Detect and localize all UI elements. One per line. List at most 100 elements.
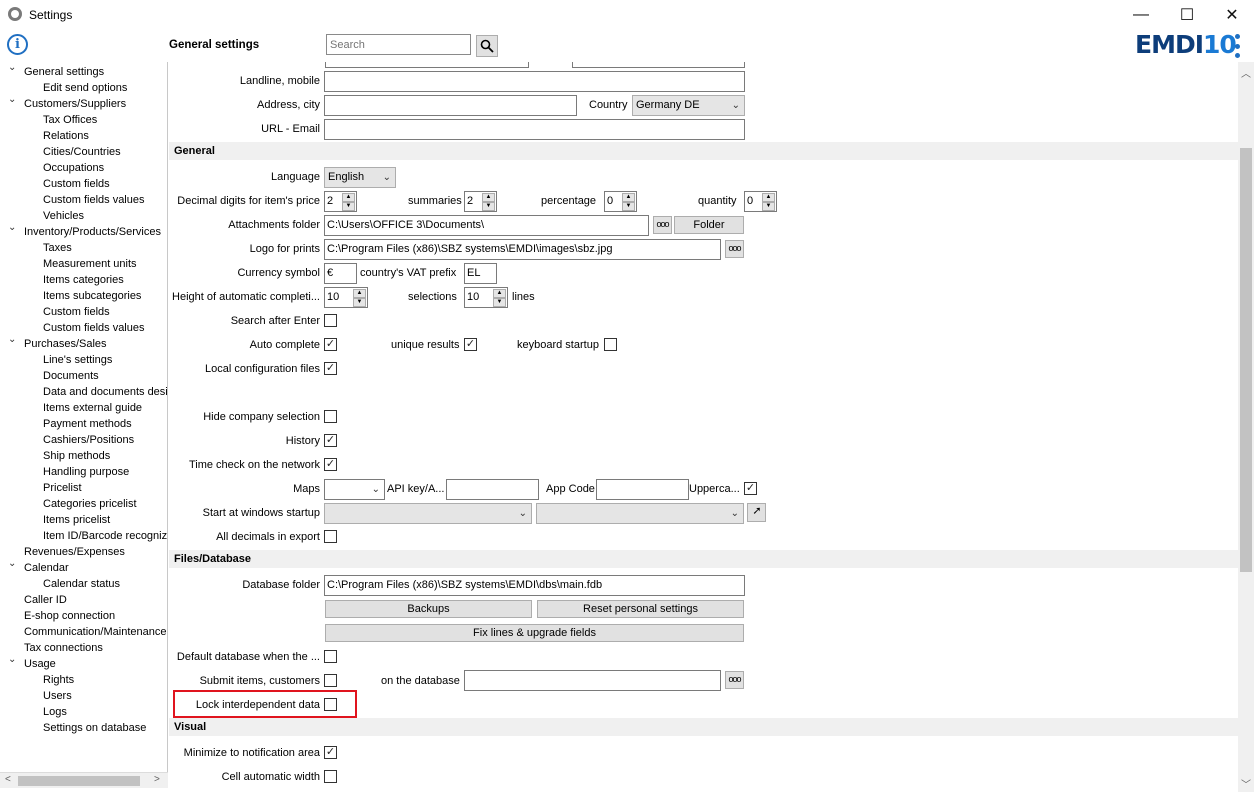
url-field[interactable]	[324, 119, 745, 140]
chevron-down-icon[interactable]: ⌄	[8, 220, 17, 236]
address-field[interactable]	[324, 95, 577, 116]
sidebar-item[interactable]: Items external guide	[43, 400, 142, 416]
all-decimals-checkbox[interactable]	[324, 530, 337, 543]
tree-horizontal-scrollbar[interactable]: < >	[0, 772, 168, 788]
sidebar-item[interactable]: Caller ID	[24, 592, 67, 608]
browse-dots-icon[interactable]: ooo	[653, 216, 672, 234]
sidebar-item[interactable]: Vehicles	[43, 208, 84, 224]
sidebar-item[interactable]: Calendar status	[43, 576, 120, 592]
startup-select-1[interactable]: ⌄	[324, 503, 532, 524]
submit-items-checkbox[interactable]	[324, 674, 337, 687]
scroll-down-icon[interactable]: ﹀	[1241, 776, 1251, 791]
chevron-down-icon[interactable]: ⌄	[8, 556, 17, 572]
sidebar-item[interactable]: Edit send options	[43, 80, 127, 96]
on-database-field[interactable]	[464, 670, 721, 691]
maps-select[interactable]: ⌄	[324, 479, 385, 500]
pointer-icon[interactable]: ➚	[747, 503, 766, 522]
unique-results-checkbox[interactable]: ✓	[464, 338, 477, 351]
folder-button[interactable]: Folder	[674, 216, 744, 234]
landline-field[interactable]	[324, 71, 745, 92]
backups-button[interactable]: Backups	[325, 600, 532, 618]
fix-lines-button[interactable]: Fix lines & upgrade fields	[325, 624, 744, 642]
search-enter-checkbox[interactable]	[324, 314, 337, 327]
browse-dots-icon[interactable]: ooo	[725, 240, 744, 258]
sidebar-item[interactable]: Rights	[43, 672, 74, 688]
scroll-left-icon[interactable]: <	[5, 774, 11, 785]
chevron-down-icon[interactable]: ⌄	[8, 652, 17, 668]
close-button[interactable]: ✕	[1209, 0, 1254, 30]
phone-top-field[interactable]	[572, 62, 745, 68]
sidebar-item[interactable]: Item ID/Barcode recognize	[43, 528, 167, 544]
more-options-icon[interactable]	[1232, 34, 1242, 58]
address-top-field[interactable]	[325, 62, 529, 68]
sidebar-item[interactable]: General settings	[24, 64, 104, 80]
uppercase-checkbox[interactable]: ✓	[744, 482, 757, 495]
app-code-field[interactable]	[596, 479, 689, 500]
selections-spinner[interactable]: 10 ▲ ▼	[464, 287, 508, 308]
sidebar-item[interactable]: Documents	[43, 368, 99, 384]
sidebar-item[interactable]: Items subcategories	[43, 288, 141, 304]
sidebar-item[interactable]: Data and documents desi	[43, 384, 167, 400]
sidebar-item[interactable]: Customers/Suppliers	[24, 96, 126, 112]
chevron-down-icon[interactable]: ⌄	[8, 92, 17, 108]
sidebar-item[interactable]: Occupations	[43, 160, 104, 176]
chevron-down-icon[interactable]: ⌄	[8, 332, 17, 348]
cell-width-checkbox[interactable]	[324, 770, 337, 783]
search-button[interactable]	[476, 35, 498, 57]
sidebar-item[interactable]: Measurement units	[43, 256, 137, 272]
quantity-spinner[interactable]: 0 ▲ ▼	[744, 191, 777, 212]
startup-select-2[interactable]: ⌄	[536, 503, 744, 524]
db-folder-field[interactable]: C:\Program Files (x86)\SBZ systems\EMDI\…	[324, 575, 745, 596]
search-input[interactable]	[326, 34, 471, 55]
scroll-up-icon[interactable]: ︿	[1241, 65, 1251, 80]
sidebar-item[interactable]: Custom fields	[43, 304, 110, 320]
sidebar-item[interactable]: Tax connections	[24, 640, 103, 656]
sidebar-item[interactable]: Revenues/Expenses	[24, 544, 125, 560]
auto-complete-checkbox[interactable]: ✓	[324, 338, 337, 351]
sidebar-item[interactable]: Taxes	[43, 240, 72, 256]
currency-field[interactable]: €	[324, 263, 357, 284]
sidebar-item[interactable]: Usage	[24, 656, 56, 672]
reset-settings-button[interactable]: Reset personal settings	[537, 600, 744, 618]
percentage-spinner[interactable]: 0 ▲ ▼	[604, 191, 637, 212]
sidebar-item[interactable]: Purchases/Sales	[24, 336, 107, 352]
lock-data-checkbox[interactable]	[324, 698, 337, 711]
vat-field[interactable]: EL	[464, 263, 497, 284]
minimize-button[interactable]: —	[1118, 0, 1164, 30]
sidebar-item[interactable]: Handling purpose	[43, 464, 129, 480]
local-config-checkbox[interactable]: ✓	[324, 362, 337, 375]
info-icon[interactable]: i	[7, 34, 28, 55]
height-spinner[interactable]: 10 ▲ ▼	[324, 287, 368, 308]
sidebar-item[interactable]: Ship methods	[43, 448, 110, 464]
sidebar-item[interactable]: Payment methods	[43, 416, 132, 432]
sidebar-item[interactable]: Line's settings	[43, 352, 112, 368]
sidebar-item[interactable]: Categories pricelist	[43, 496, 137, 512]
logo-field[interactable]: C:\Program Files (x86)\SBZ systems\EMDI\…	[324, 239, 721, 260]
default-db-checkbox[interactable]	[324, 650, 337, 663]
language-select[interactable]: English ⌄	[324, 167, 396, 188]
minimize-notify-checkbox[interactable]: ✓	[324, 746, 337, 759]
sidebar-item[interactable]: Relations	[43, 128, 89, 144]
sidebar-item[interactable]: Items pricelist	[43, 512, 110, 528]
hide-company-checkbox[interactable]	[324, 410, 337, 423]
keyboard-startup-checkbox[interactable]	[604, 338, 617, 351]
browse-dots-icon[interactable]: ooo	[725, 671, 744, 689]
sidebar-item[interactable]: Custom fields values	[43, 320, 145, 336]
attachments-field[interactable]: C:\Users\OFFICE 3\Documents\	[324, 215, 649, 236]
sidebar-item[interactable]: Logs	[43, 704, 67, 720]
scroll-thumb[interactable]	[18, 776, 140, 786]
history-checkbox[interactable]: ✓	[324, 434, 337, 447]
country-select[interactable]: Germany DE ⌄	[632, 95, 745, 116]
sidebar-item[interactable]: Custom fields values	[43, 192, 145, 208]
sidebar-item[interactable]: Custom fields	[43, 176, 110, 192]
sidebar-item[interactable]: Users	[43, 688, 72, 704]
sidebar-item[interactable]: Cities/Countries	[43, 144, 121, 160]
sidebar-item[interactable]: E-shop connection	[24, 608, 115, 624]
scroll-right-icon[interactable]: >	[154, 774, 160, 785]
panel-vertical-scrollbar[interactable]: ︿ ﹀	[1238, 62, 1254, 792]
api-key-field[interactable]	[446, 479, 539, 500]
sidebar-item[interactable]: Settings on database	[43, 720, 146, 736]
sidebar-item[interactable]: Communication/Maintenance	[24, 624, 166, 640]
decimal-spinner[interactable]: 2 ▲ ▼	[324, 191, 357, 212]
time-check-checkbox[interactable]: ✓	[324, 458, 337, 471]
